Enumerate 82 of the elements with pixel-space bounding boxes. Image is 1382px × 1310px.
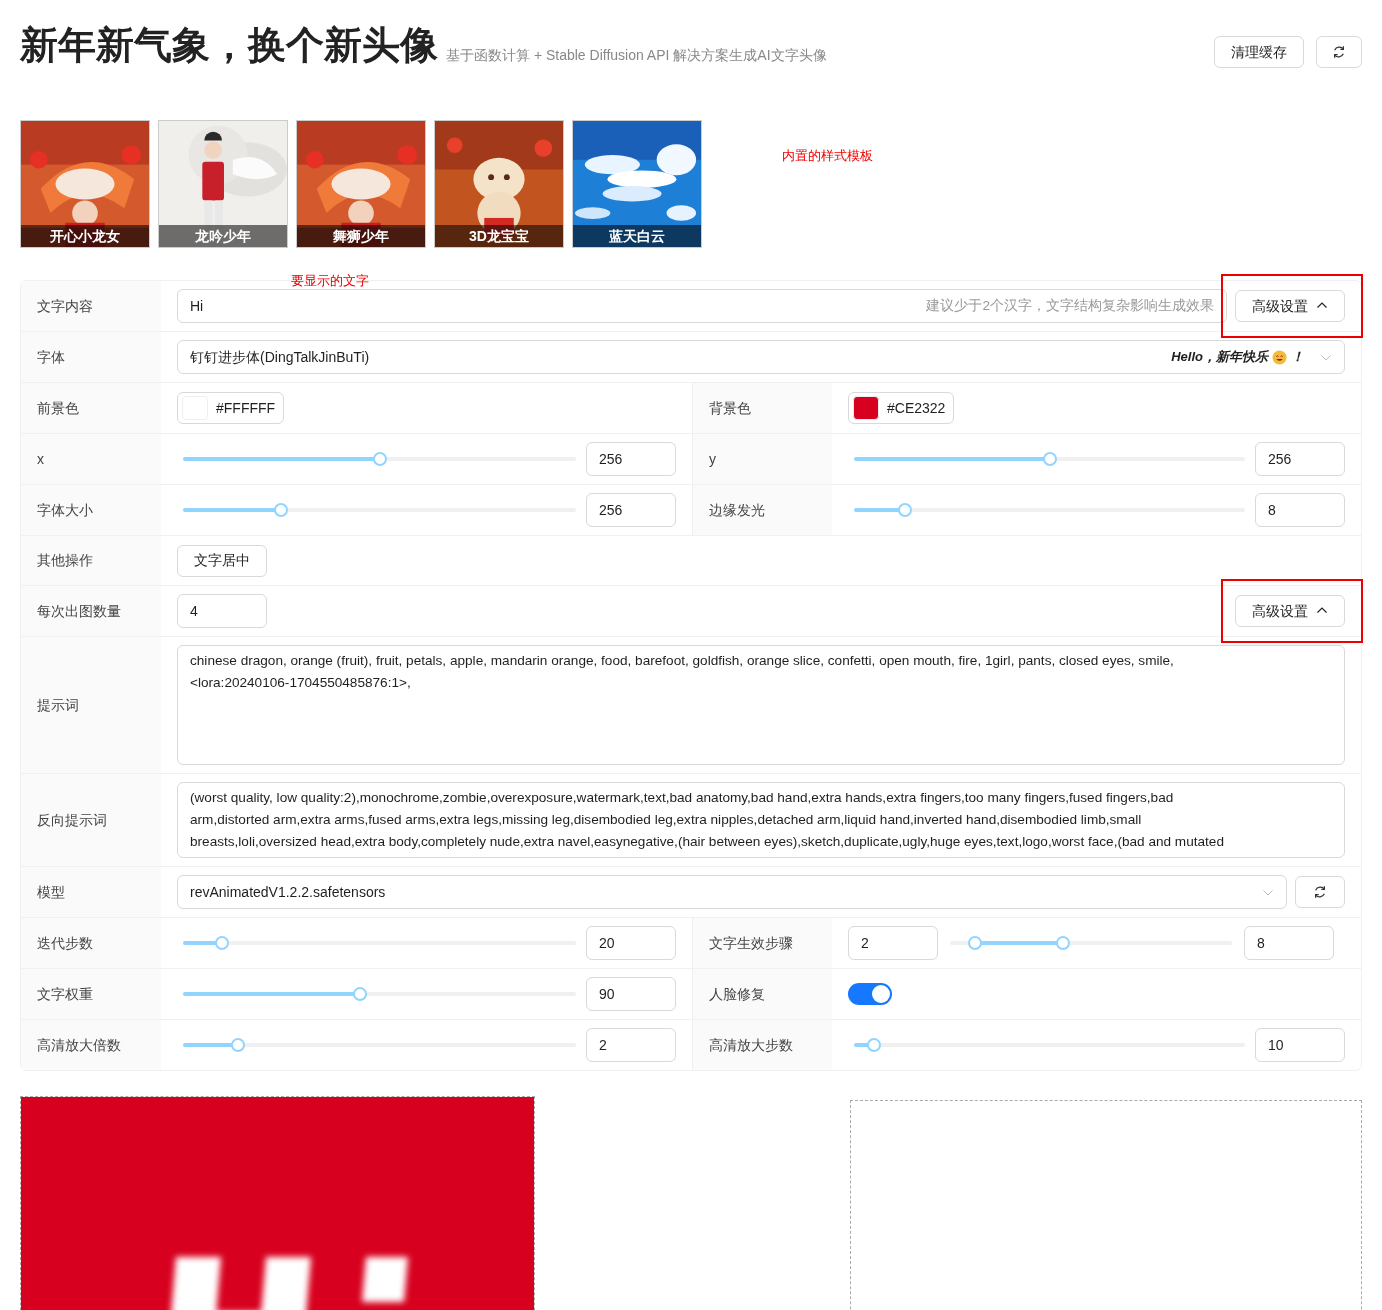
field-label: 文字权重 (21, 969, 161, 1019)
prompt-textarea[interactable]: (worst quality, low quality:2),monochrome,zombie,overexposure,watermark,text,bad anatomy,bad hand,extra hands,extra fingers,too many fingers,fused fingers,bad arm,distorted arm,extra arms,fused arms,extra legs,missing leg,disembodied leg,extra nipples,detached arm,liquid hand,inverted hand,disembodied limb,small breasts,loli,oversized head,extra body,completely nude,extra navel,easynegative,(hair between eyes),sketch,duplicate,ugly,huge eyes,text,logo,worst face,(bad and mutated (177, 782, 1345, 858)
slider-handle[interactable] (352, 987, 367, 1001)
slider-track[interactable] (183, 503, 576, 517)
number-input[interactable]: 256 (586, 442, 676, 476)
template-card[interactable]: 舞狮少年 (296, 120, 426, 248)
font-preview-text: ！ (1291, 348, 1304, 367)
number-input[interactable]: 20 (586, 926, 676, 960)
number-input[interactable]: 256 (586, 493, 676, 527)
slider-track[interactable] (854, 1038, 1245, 1052)
center-text-button[interactable]: 文字居中 (177, 544, 267, 577)
template-caption: 开心小龙女 (21, 225, 149, 247)
number-input[interactable]: 10 (1255, 1028, 1345, 1062)
field-label: 背景色 (692, 383, 832, 433)
field-label: 每次出图数量 (21, 586, 161, 636)
template-card[interactable]: 3D龙宝宝 (434, 120, 564, 248)
slider-handle[interactable] (274, 503, 289, 517)
field-label: 模型 (21, 867, 161, 917)
field-label: 提示词 (21, 637, 161, 773)
number-input[interactable]: 8 (1244, 926, 1334, 960)
template-caption: 3D龙宝宝 (435, 225, 563, 247)
field-label: 人脸修复 (692, 969, 832, 1019)
slider-handle[interactable] (215, 936, 230, 950)
clear-cache-button[interactable]: 清理缓存 (1214, 36, 1304, 68)
font-preview-text: Hello，新年快乐 (1171, 348, 1268, 367)
slider-track[interactable] (183, 452, 576, 466)
field-label: 高清放大倍数 (21, 1020, 161, 1070)
annotation-note: 内置的样式模板 (782, 147, 873, 165)
field-label: 文字生效步骤 (692, 918, 832, 968)
slider-track[interactable] (183, 1038, 576, 1052)
number-input[interactable]: 8 (1255, 493, 1345, 527)
field-label: 其他操作 (21, 536, 161, 585)
advanced-settings-button[interactable]: 高级设置 (1235, 595, 1345, 627)
smiley-icon (1272, 349, 1287, 365)
template-card[interactable]: 蓝天白云 (572, 120, 702, 248)
advanced-settings-button[interactable]: 高级设置 (1235, 290, 1345, 322)
slider-track[interactable] (183, 987, 576, 1001)
slider-track[interactable] (854, 503, 1245, 517)
field-label: 迭代步数 (21, 918, 161, 968)
slider-track[interactable] (183, 936, 576, 950)
slider-handle[interactable] (231, 1038, 245, 1052)
refresh-icon (1332, 45, 1346, 59)
toggle-switch[interactable] (848, 983, 892, 1005)
template-caption: 龙吟少年 (159, 225, 287, 247)
number-input[interactable]: 90 (586, 977, 676, 1011)
field-label: 高清放大步数 (692, 1020, 832, 1070)
color-picker[interactable]: #CE2322 (848, 392, 955, 424)
annotation-note: 要显示的文字 (291, 273, 369, 289)
number-input[interactable]: 256 (1255, 442, 1345, 476)
field-label: 边缘发光 (692, 485, 832, 535)
number-input[interactable]: 4 (177, 594, 267, 628)
template-caption: 蓝天白云 (573, 225, 701, 247)
color-picker[interactable]: #FFFFFF (177, 392, 285, 424)
model-select[interactable]: revAnimatedV1.2.2.safetensors (177, 875, 1287, 909)
slider-handle[interactable] (866, 1038, 881, 1052)
number-input[interactable]: 2 (586, 1028, 676, 1062)
page-subtitle: 基于函数计算 + Stable Diffusion API 解决方案生成AI文字头像 (446, 46, 827, 65)
slider-handle[interactable] (1055, 936, 1070, 950)
number-input[interactable]: 2 (848, 926, 938, 960)
font-select[interactable]: 钉钉进步体(DingTalkJinBuTi) Hello，新年快乐 ！ (177, 340, 1345, 374)
slider-handle[interactable] (897, 503, 912, 517)
text-input[interactable]: Hi 建议少于2个汉字，文字结构复杂影响生成效果 (177, 289, 1227, 323)
template-caption: 舞狮少年 (297, 225, 425, 247)
field-label: 字体大小 (21, 485, 161, 535)
slider-handle[interactable] (1042, 452, 1057, 466)
field-label: y (692, 434, 832, 484)
field-label: x (21, 434, 161, 484)
field-label: 字体 (21, 332, 161, 382)
slider-handle[interactable] (372, 452, 387, 466)
field-label: 前景色 (21, 383, 161, 433)
slider-track[interactable] (950, 936, 1232, 950)
refresh-icon (1313, 885, 1327, 899)
slider-handle[interactable] (968, 936, 983, 950)
template-card[interactable]: 龙吟少年 (158, 120, 288, 248)
slider-track[interactable] (854, 452, 1245, 466)
template-card[interactable]: 开心小龙女 (20, 120, 150, 248)
refresh-button[interactable] (1295, 876, 1345, 908)
field-label: 文字内容 (21, 281, 161, 331)
field-label: 反向提示词 (21, 774, 161, 866)
refresh-button[interactable] (1316, 36, 1362, 68)
page-title: 新年新气象，换个新头像 (20, 23, 438, 68)
prompt-textarea[interactable]: chinese dragon, orange (fruit), fruit, petals, apple, mandarin orange, food, barefoot, goldfish, orange slice, confetti, open mouth, fire, 1girl, pants, closed eyes, smile, <lora:20240106-1704550485876:1>, (177, 645, 1345, 765)
